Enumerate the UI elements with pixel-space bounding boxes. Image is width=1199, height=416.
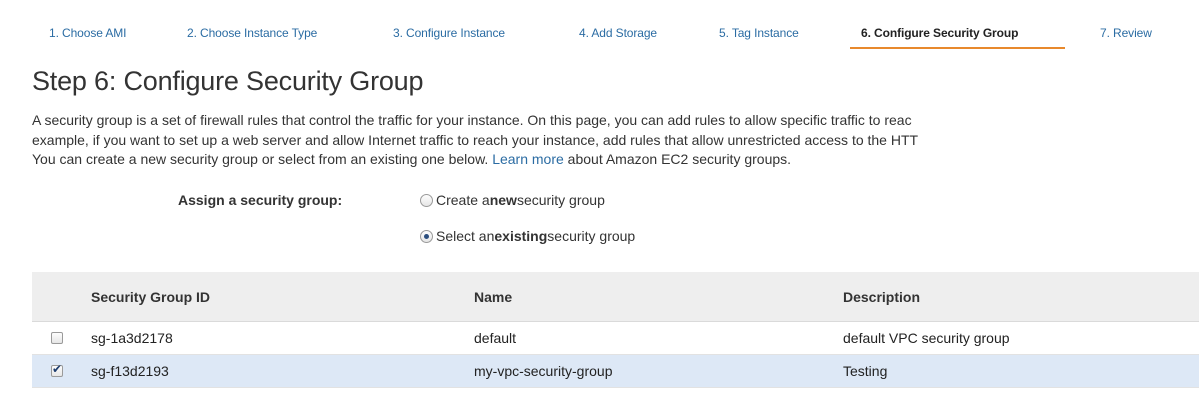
- cell-description: Testing: [843, 354, 1199, 388]
- description-text: You can create a new security group or s…: [32, 151, 493, 167]
- active-step-indicator: [850, 47, 1065, 49]
- step-tag-instance[interactable]: 5. Tag Instance: [719, 26, 799, 40]
- page-title: Step 6: Configure Security Group: [32, 66, 424, 96]
- assign-security-group-label: Assign a security group:: [178, 192, 343, 208]
- column-header-name[interactable]: Name: [474, 272, 843, 322]
- row-checkbox[interactable]: [51, 332, 63, 344]
- cell-name: my-vpc-security-group: [474, 354, 843, 388]
- radio-create-new-group[interactable]: Create a new security group: [420, 192, 605, 208]
- column-header-id[interactable]: Security Group ID: [91, 272, 474, 322]
- description-text-end: about Amazon EC2 security groups.: [563, 151, 792, 167]
- table-row-selected[interactable]: sg-f13d2193 my-vpc-security-group Testin…: [32, 354, 1199, 388]
- step-configure-instance[interactable]: 3. Configure Instance: [393, 26, 505, 40]
- radio-button[interactable]: [420, 193, 433, 207]
- cell-description: default VPC security group: [843, 321, 1199, 355]
- column-header-description[interactable]: Description: [843, 272, 1199, 322]
- step-review[interactable]: 7. Review: [1100, 26, 1152, 40]
- cell-security-group-id: sg-f13d2193: [91, 354, 474, 388]
- select-column-header: [32, 272, 91, 322]
- page-description: A security group is a set of firewall ru…: [32, 111, 1199, 170]
- step-choose-instance-type[interactable]: 2. Choose Instance Type: [187, 26, 317, 40]
- radio-select-existing-group[interactable]: Select an existing security group: [420, 228, 635, 244]
- step-choose-ami[interactable]: 1. Choose AMI: [49, 26, 127, 40]
- learn-more-link[interactable]: Learn more: [492, 151, 564, 167]
- step-add-storage[interactable]: 4. Add Storage: [579, 26, 657, 40]
- table-header-row: Security Group ID Name Description: [32, 272, 1199, 322]
- step-configure-security-group[interactable]: 6. Configure Security Group: [861, 26, 1018, 40]
- wizard-steps: 1. Choose AMI 2. Choose Instance Type 3.…: [0, 0, 1199, 52]
- description-line-3: You can create a new security group or s…: [32, 150, 1199, 170]
- cell-security-group-id: sg-1a3d2178: [91, 321, 474, 355]
- row-checkbox-cell: [32, 354, 91, 388]
- row-checkbox-cell: [32, 321, 91, 355]
- radio-label-suffix: security group: [516, 192, 605, 208]
- radio-label-prefix: Create a: [436, 192, 490, 208]
- description-line-2: example, if you want to set up a web ser…: [32, 131, 919, 148]
- radio-button-selected[interactable]: [420, 229, 433, 243]
- cell-name: default: [474, 321, 843, 355]
- description-line-1: A security group is a set of firewall ru…: [32, 112, 912, 128]
- table-row[interactable]: sg-1a3d2178 default default VPC security…: [32, 321, 1199, 355]
- radio-label-emphasis: existing: [494, 228, 548, 244]
- radio-label-emphasis: new: [489, 192, 517, 208]
- row-checkbox-checked[interactable]: [51, 362, 63, 377]
- radio-label-suffix: security group: [547, 228, 636, 244]
- security-groups-table: Security Group ID Name Description sg-1a…: [32, 272, 1199, 388]
- radio-label-prefix: Select an: [436, 228, 495, 244]
